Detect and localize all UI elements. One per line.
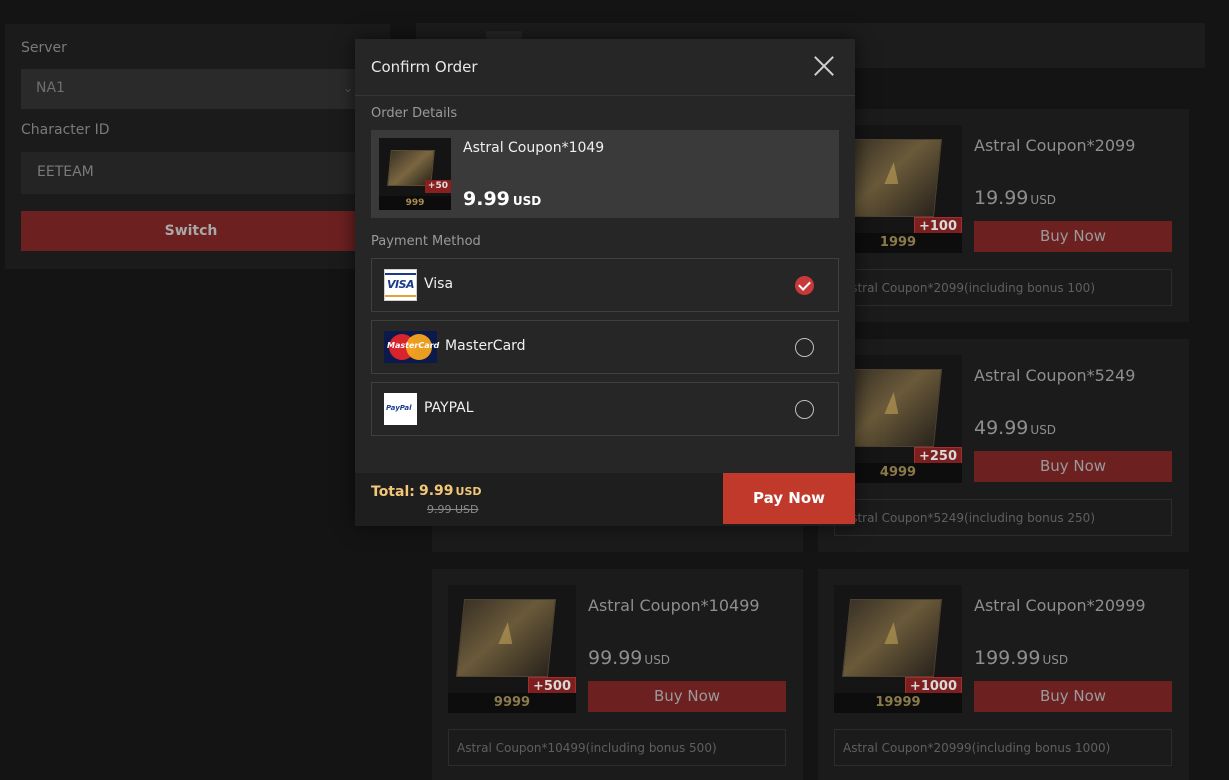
product-title: Astral Coupon*10499	[588, 596, 760, 615]
buy-now-button[interactable]: Buy Now	[974, 681, 1172, 712]
product-description: Astral Coupon*10499(including bonus 500)	[448, 729, 786, 766]
quantity-label: 19999	[834, 693, 962, 713]
product-card: +250 4999 Astral Coupon*5249 49.99 USD Bu…	[818, 339, 1189, 552]
character-id-field[interactable]: EETEAM	[21, 152, 361, 194]
order-summary: +50 999 Astral Coupon*1049 9.99 USD	[371, 130, 839, 218]
product-price: 199.99 USD	[974, 647, 1069, 669]
payment-method-label: Payment Method	[371, 234, 481, 249]
confirm-order-dialog: Confirm Order Order Details +50 999 Astr…	[355, 39, 855, 526]
paypal-logo-icon: PayPal	[384, 393, 417, 425]
visa-logo-icon: VISA	[384, 269, 417, 301]
product-price: 49.99 USD	[974, 417, 1057, 439]
coupon-art	[455, 599, 557, 677]
original-total: 9.99 USD	[427, 503, 479, 516]
server-value: NA1	[36, 80, 65, 96]
server-select[interactable]: NA1 ⌄	[21, 69, 361, 109]
payment-option-visa[interactable]: VISA Visa	[371, 258, 839, 312]
payment-option-paypal[interactable]: PayPal PAYPAL	[371, 382, 839, 436]
coupon-art	[841, 369, 943, 447]
order-product-image: +50 999	[379, 138, 451, 210]
total-label: Total:	[371, 484, 415, 500]
total-value: 9.99 USD	[419, 483, 482, 499]
coupon-chest-art	[841, 599, 943, 677]
chevron-down-icon: ⌄	[342, 81, 353, 95]
product-card: +1000 19999 Astral Coupon*20999 199.99 US…	[818, 569, 1189, 780]
order-price: 9.99 USD	[463, 188, 542, 210]
character-id-label: Character ID	[21, 122, 110, 138]
server-label: Server	[21, 40, 67, 56]
coupon-art	[841, 139, 943, 217]
buy-now-button[interactable]: Buy Now	[974, 221, 1172, 252]
close-icon[interactable]	[813, 55, 835, 77]
dialog-title: Confirm Order	[371, 58, 478, 76]
payment-option-label: Visa	[424, 276, 454, 292]
product-card: +500 9999 Astral Coupon*10499 99.99 USD B…	[432, 569, 803, 780]
product-image: +1000 19999	[834, 585, 962, 713]
order-details-label: Order Details	[371, 106, 458, 121]
buy-now-button[interactable]: Buy Now	[974, 451, 1172, 482]
radio-unchecked-icon[interactable]	[795, 400, 814, 419]
product-description: Astral Coupon*2099(including bonus 100)	[834, 269, 1172, 306]
product-title: Astral Coupon*5249	[974, 366, 1136, 385]
product-price: 19.99 USD	[974, 187, 1057, 209]
product-description: Astral Coupon*20999(including bonus 1000…	[834, 729, 1172, 766]
payment-option-label: MasterCard	[445, 338, 526, 354]
buy-now-button[interactable]: Buy Now	[588, 681, 786, 712]
product-title: Astral Coupon*20999	[974, 596, 1146, 615]
product-price: 99.99 USD	[588, 647, 671, 669]
mastercard-logo-icon: MasterCard	[384, 331, 439, 363]
payment-option-mastercard[interactable]: MasterCard MasterCard	[371, 320, 839, 374]
radio-checked-icon[interactable]	[795, 276, 814, 295]
order-product-name: Astral Coupon*1049	[463, 140, 605, 156]
product-description: Astral Coupon*5249(including bonus 250)	[834, 499, 1172, 536]
pay-now-button[interactable]: Pay Now	[723, 473, 855, 524]
bonus-badge: +50	[424, 180, 451, 193]
product-image: +500 9999	[448, 585, 576, 713]
radio-unchecked-icon[interactable]	[795, 338, 814, 357]
quantity-label: 9999	[448, 693, 576, 713]
account-panel: Server NA1 ⌄ Character ID EETEAM Switch	[5, 24, 390, 269]
product-title: Astral Coupon*2099	[974, 136, 1136, 155]
dialog-footer: Total: 9.99 USD 9.99 USD Pay Now	[355, 473, 855, 526]
dialog-header: Confirm Order	[355, 39, 855, 96]
quantity-label: 999	[379, 196, 451, 210]
switch-button[interactable]: Switch	[21, 211, 361, 251]
payment-option-label: PAYPAL	[424, 400, 474, 416]
product-card: +100 1999 Astral Coupon*2099 19.99 USD Bu…	[818, 109, 1189, 322]
